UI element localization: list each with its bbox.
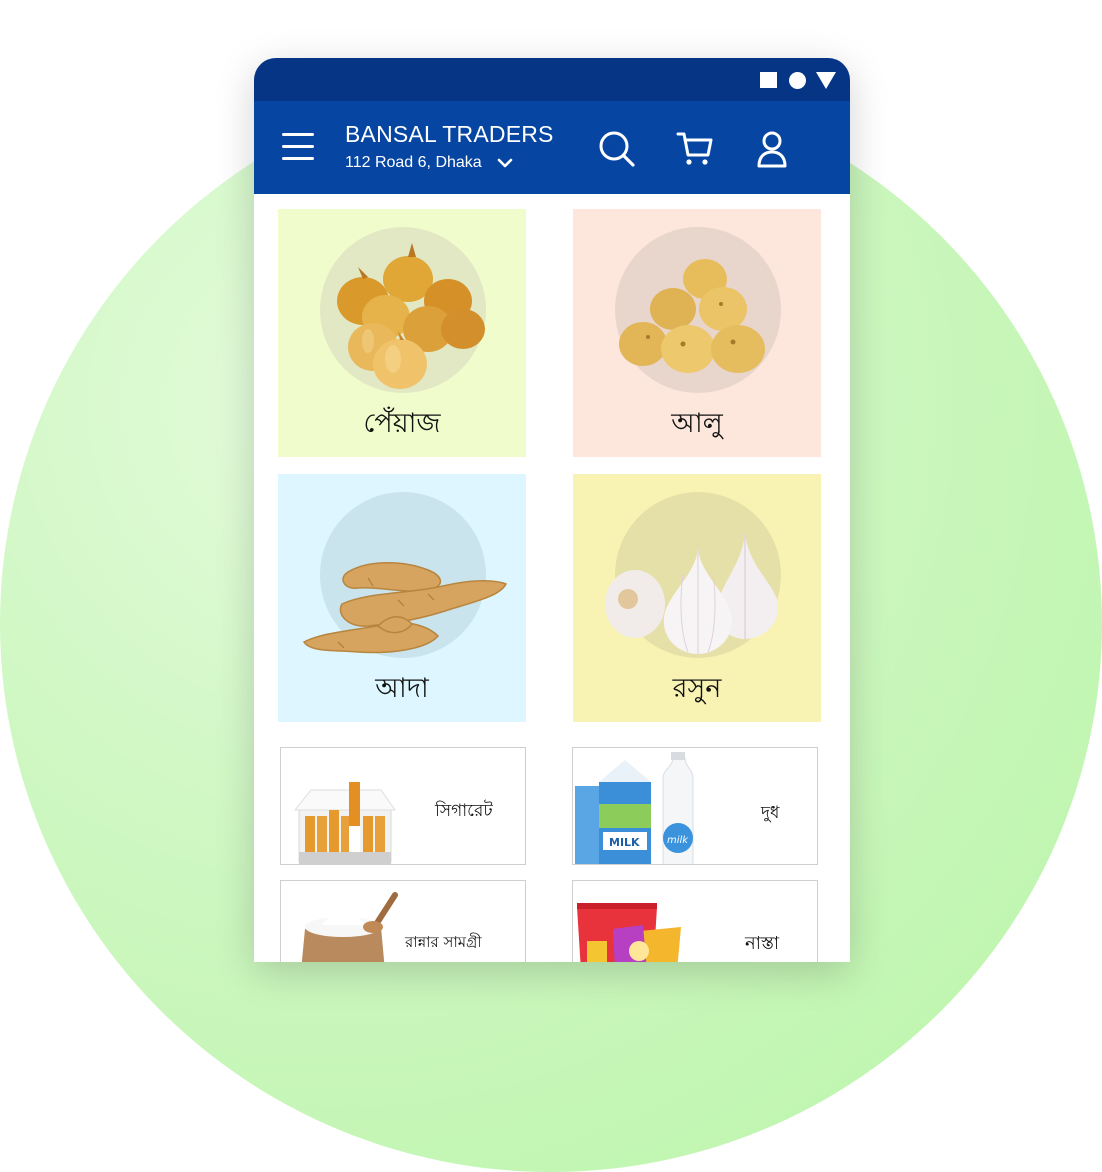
product-snacks[interactable]: নাস্তা xyxy=(572,880,818,962)
category-label: আদা xyxy=(375,673,429,704)
triangle-icon xyxy=(816,72,836,89)
search-icon[interactable] xyxy=(598,130,636,168)
product-cooking-supplies[interactable]: রান্নার সামগ্রী xyxy=(280,880,526,962)
milk-image: MILK milk xyxy=(575,752,694,864)
product-label: দুধ xyxy=(761,803,780,823)
store-name: BANSAL TRADERS xyxy=(345,121,554,147)
cooking-supplies-image xyxy=(301,892,398,962)
product-milk[interactable]: MILK milk দুধ xyxy=(572,747,818,865)
snacks-image xyxy=(577,903,681,962)
store-address[interactable]: 112 Road 6, Dhaka xyxy=(345,154,482,172)
category-label: পেঁয়াজ xyxy=(363,408,441,439)
product-label: সিগারেট xyxy=(435,801,493,821)
svg-text:milk: milk xyxy=(667,835,689,846)
product-cigarette[interactable]: সিগারেট xyxy=(280,747,526,865)
category-potato[interactable]: আলু xyxy=(573,209,821,457)
circle-icon xyxy=(789,72,806,89)
svg-text:MILK: MILK xyxy=(609,836,640,849)
category-ginger[interactable]: আদা xyxy=(278,474,526,722)
product-label: নাস্তা xyxy=(745,933,780,954)
cart-icon[interactable] xyxy=(676,130,714,168)
user-icon[interactable] xyxy=(753,130,791,168)
app-bar: BANSAL TRADERS 112 Road 6, Dhaka xyxy=(254,101,850,194)
product-label: রান্নার সামগ্রী xyxy=(405,933,482,951)
category-onion[interactable]: পেঁয়াজ xyxy=(278,209,526,457)
status-bar xyxy=(254,58,850,101)
square-icon xyxy=(760,72,777,88)
menu-icon[interactable] xyxy=(282,133,314,161)
phone-frame: BANSAL TRADERS 112 Road 6, Dhaka পেঁয়াজ… xyxy=(254,58,850,962)
category-label: রসুন xyxy=(672,673,722,704)
category-label: আলু xyxy=(671,408,723,439)
chevron-down-icon[interactable] xyxy=(497,157,513,169)
category-garlic[interactable]: রসুন xyxy=(573,474,821,722)
